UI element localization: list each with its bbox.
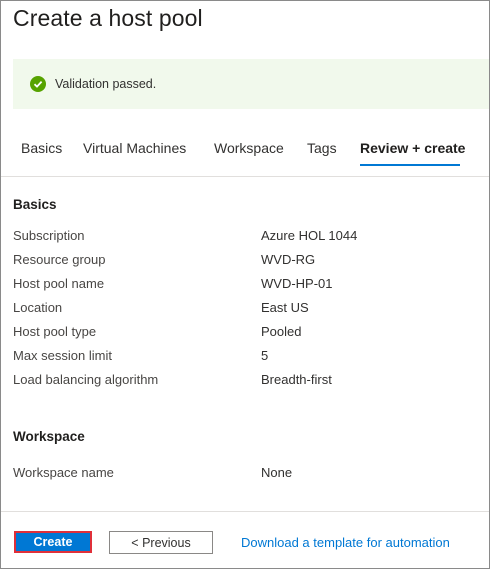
host-pool-type-label: Host pool type	[13, 324, 97, 339]
subscription-label: Subscription	[13, 228, 85, 243]
validation-message: Validation passed.	[55, 77, 157, 91]
workspace-section-title: Workspace	[13, 429, 85, 444]
location-label: Location	[13, 300, 63, 315]
previous-button[interactable]: < Previous	[109, 531, 213, 554]
host-pool-name-label: Host pool name	[13, 276, 105, 291]
host-pool-name-value: WVD-HP-01	[261, 276, 333, 291]
download-template-link[interactable]: Download a template for automation	[241, 535, 450, 550]
tab-basics[interactable]: Basics	[21, 140, 62, 156]
location-value: East US	[261, 300, 309, 315]
footer-divider	[1, 511, 489, 512]
max-session-limit-value: 5	[261, 348, 269, 363]
resource-group-value: WVD-RG	[261, 252, 316, 267]
load-balancing-label: Load balancing algorithm	[13, 372, 159, 387]
tab-review-create[interactable]: Review + create	[360, 140, 465, 156]
tab-tags[interactable]: Tags	[307, 140, 337, 156]
resource-group-label: Resource group	[13, 252, 106, 267]
page-title: Create a host pool	[13, 5, 203, 31]
max-session-limit-label: Max session limit	[13, 348, 112, 363]
active-tab-indicator	[360, 164, 460, 166]
create-host-pool-blade: Create a host pool Validation passed. Ba…	[0, 0, 490, 569]
workspace-name-label: Workspace name	[13, 465, 114, 480]
workspace-name-value: None	[261, 465, 293, 480]
success-check-icon	[30, 76, 46, 92]
tab-virtual-machines[interactable]: Virtual Machines	[83, 140, 186, 156]
create-button[interactable]: Create	[14, 531, 92, 553]
load-balancing-value: Breadth-first	[261, 372, 332, 387]
wizard-tabs: Basics Virtual Machines Workspace Tags R…	[1, 140, 489, 166]
tabs-divider	[1, 176, 489, 177]
validation-banner: Validation passed.	[13, 59, 489, 109]
subscription-value: Azure HOL 1044	[261, 228, 358, 243]
tab-workspace[interactable]: Workspace	[214, 140, 284, 156]
host-pool-type-value: Pooled	[261, 324, 302, 339]
basics-section-title: Basics	[13, 197, 57, 212]
